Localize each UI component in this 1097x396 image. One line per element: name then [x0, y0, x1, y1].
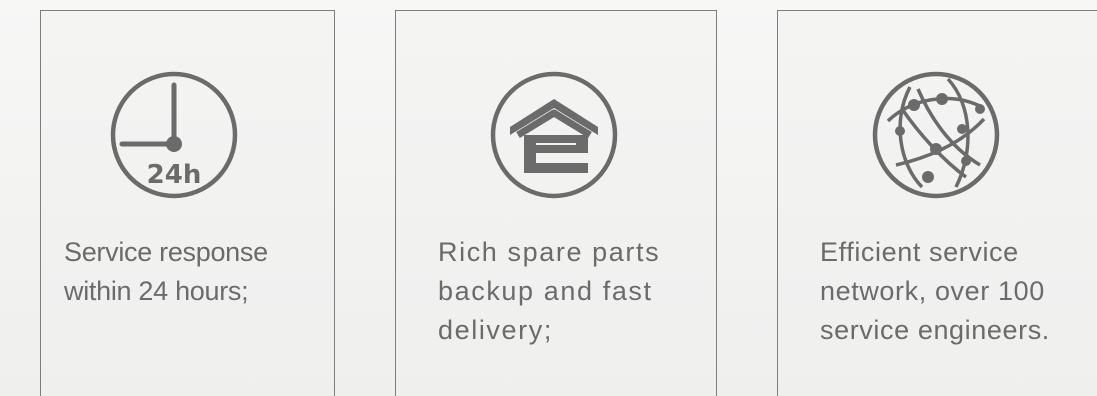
feature-line: Service response: [64, 237, 268, 267]
globe-network-icon: [870, 69, 1002, 201]
warehouse-icon: [488, 69, 620, 201]
clock-24h-icon: 24h: [108, 69, 240, 201]
feature-line: backup and fast: [438, 276, 653, 306]
service-features-section: 24h Service response within 24 hours; Ri…: [0, 0, 1097, 396]
feature-card-service-response: 24h Service response within 24 hours;: [40, 10, 335, 396]
feature-line: service engineers.: [820, 315, 1050, 345]
feature-text-service-response: Service response within 24 hours;: [64, 233, 268, 311]
feature-card-service-network: Efficient service network, over 100 serv…: [777, 10, 1097, 396]
clock-24h-label: 24h: [147, 160, 202, 190]
feature-line: within 24 hours;: [64, 276, 249, 306]
feature-text-spare-parts: Rich spare parts backup and fast deliver…: [438, 233, 660, 350]
feature-line: network, over 100: [820, 276, 1045, 306]
feature-line: Rich spare parts: [438, 237, 661, 267]
feature-text-service-network: Efficient service network, over 100 serv…: [820, 233, 1050, 350]
feature-card-spare-parts: Rich spare parts backup and fast deliver…: [395, 10, 717, 396]
feature-line: Efficient service: [820, 237, 1019, 267]
feature-line: delivery;: [438, 315, 553, 345]
